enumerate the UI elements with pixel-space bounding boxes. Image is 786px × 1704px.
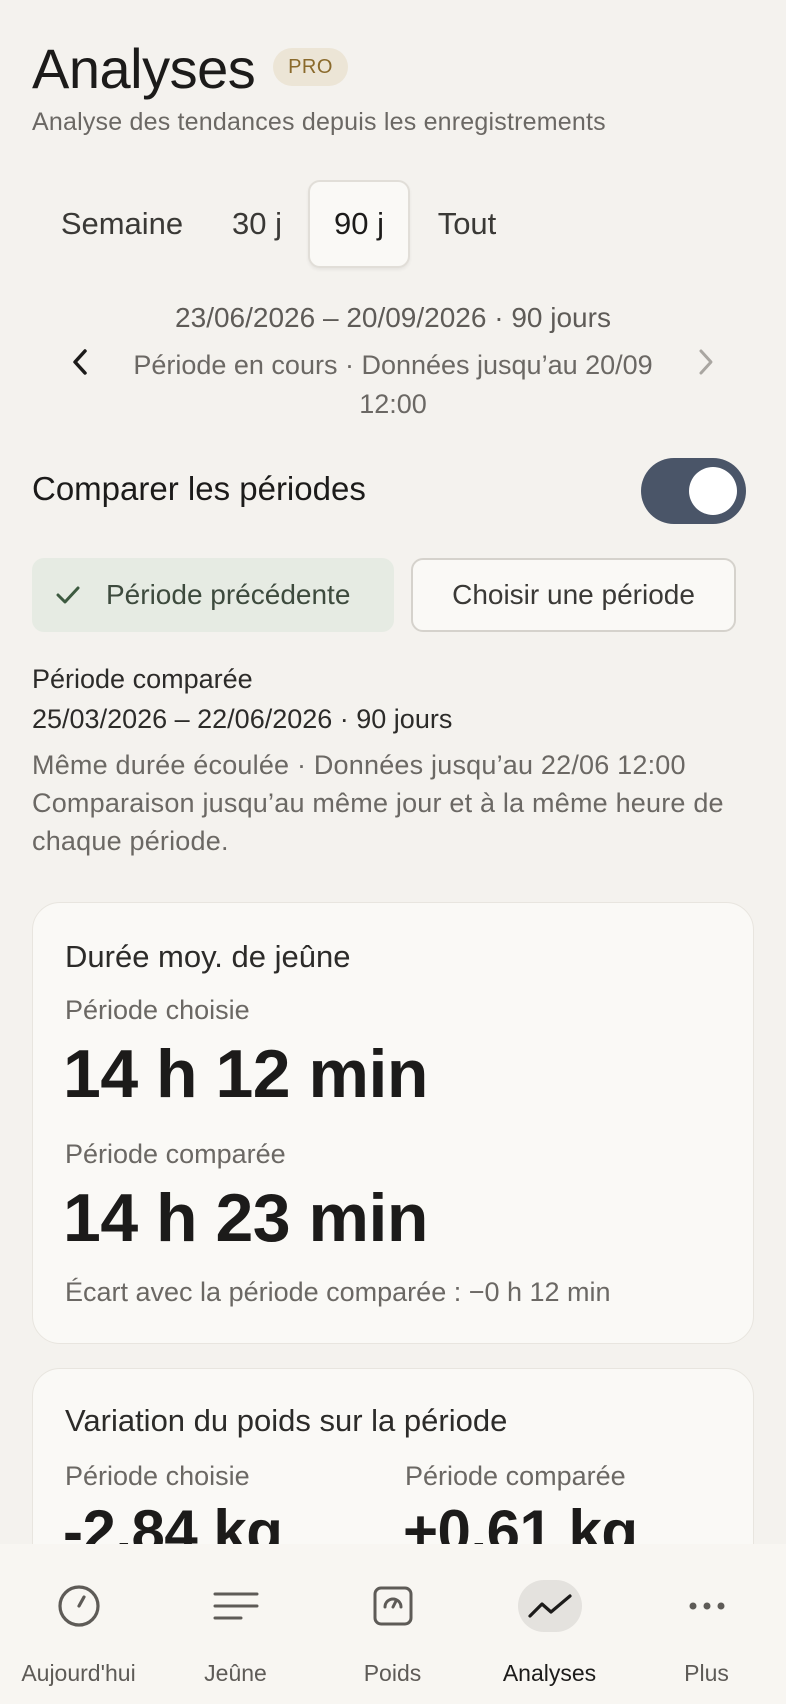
choose-period-button[interactable]: Choisir une période xyxy=(411,558,736,632)
range-tab-all[interactable]: Tout xyxy=(424,180,510,268)
nav-label: Plus xyxy=(684,1660,729,1686)
trend-icon xyxy=(517,1580,582,1632)
toggle-knob xyxy=(689,467,737,515)
compare-periods-label: Comparer les périodes xyxy=(32,470,366,507)
chevron-right-icon xyxy=(699,349,713,375)
card-title: Variation du poids sur la période xyxy=(65,1403,508,1438)
lines-icon xyxy=(204,1580,268,1632)
page-title: Analyses xyxy=(32,37,256,100)
compared-period-title: Période comparée xyxy=(32,664,253,694)
bottom-navigation: Aujourd'hui Jeûne Poids Analyses Plus xyxy=(0,1544,786,1704)
selected-period-label: Période choisie xyxy=(65,1461,250,1491)
nav-label: Aujourd'hui xyxy=(21,1660,136,1686)
difference-text: Écart avec la période comparée : −0 h 12… xyxy=(65,1277,611,1307)
selected-period-label: Période choisie xyxy=(65,995,250,1025)
nav-item-fasting[interactable]: Jeûne xyxy=(157,1544,314,1704)
period-status: Période en cours · Données jusqu’au 20/0… xyxy=(133,350,653,419)
nav-label: Analyses xyxy=(502,1660,597,1686)
range-tab-90d[interactable]: 90 j xyxy=(308,180,410,268)
selected-period-value: 14 h 12 min xyxy=(63,1036,428,1112)
nav-item-today[interactable]: Aujourd'hui xyxy=(0,1544,157,1704)
scale-icon xyxy=(361,1580,425,1632)
chevron-left-icon xyxy=(73,349,87,375)
page-subtitle: Analyse des tendances depuis les enregis… xyxy=(32,108,606,136)
compared-period-label: Période comparée xyxy=(405,1461,626,1491)
clock-icon xyxy=(47,1580,111,1632)
compare-periods-toggle[interactable] xyxy=(641,458,746,524)
nav-item-weight[interactable]: Poids xyxy=(314,1544,471,1704)
check-icon xyxy=(56,586,80,604)
pro-badge: PRO xyxy=(273,48,348,86)
nav-item-more[interactable]: Plus xyxy=(628,1544,785,1704)
nav-item-analyses[interactable]: Analyses xyxy=(471,1544,628,1704)
nav-label: Poids xyxy=(363,1660,422,1686)
compared-period-value: 14 h 23 min xyxy=(63,1180,428,1256)
previous-period-chip-label: Période précédente xyxy=(106,579,351,610)
nav-label: Jeûne xyxy=(204,1660,267,1686)
period-range: 23/06/2026 – 20/09/2026 · 90 jours xyxy=(175,302,611,333)
compared-period-range: 25/03/2026 – 22/06/2026 · 90 jours xyxy=(32,704,453,734)
compared-period-label: Période comparée xyxy=(65,1139,286,1169)
range-tab-week[interactable]: Semaine xyxy=(44,180,200,268)
card-title: Durée moy. de jeûne xyxy=(65,939,351,974)
previous-period-button[interactable] xyxy=(64,344,96,380)
next-period-button[interactable] xyxy=(690,344,722,380)
more-icon xyxy=(675,1580,739,1632)
range-tab-30d[interactable]: 30 j xyxy=(214,180,300,268)
compared-period-note: Même durée écoulée · Données jusqu’au 22… xyxy=(32,750,724,856)
fasting-duration-card: Durée moy. de jeûne Période choisie 14 h… xyxy=(32,902,754,1344)
previous-period-chip[interactable]: Période précédente xyxy=(32,558,394,632)
